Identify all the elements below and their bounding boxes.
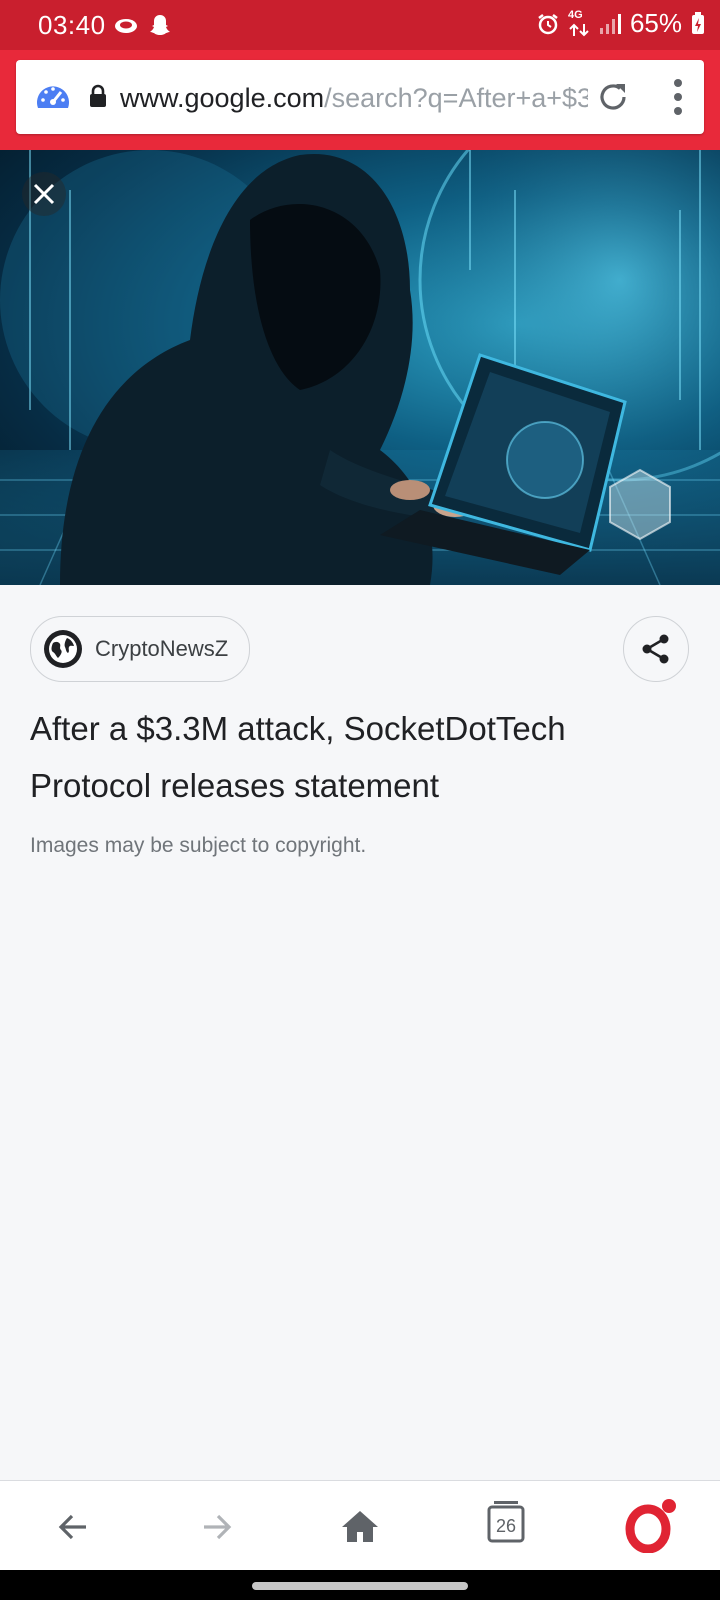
forward-arrow-icon[interactable]: [192, 1503, 240, 1551]
back-arrow-icon[interactable]: [50, 1503, 98, 1551]
close-preview-button[interactable]: [22, 172, 66, 216]
battery-percentage: 65%: [629, 8, 682, 38]
url-path: /search?q=After+a+$3.3M+attack: [324, 83, 588, 113]
hacker-illustration: [0, 150, 720, 585]
share-icon[interactable]: [640, 633, 672, 665]
reload-icon[interactable]: [594, 78, 632, 116]
lock-icon: [90, 84, 106, 107]
globe-icon: [44, 630, 82, 668]
home-icon[interactable]: [336, 1503, 384, 1551]
bottom-navigation: 26: [0, 1480, 720, 1571]
notification-icons: [114, 13, 172, 37]
opera-logo-icon[interactable]: [622, 1497, 678, 1553]
copyright-notice: Images may be subject to copyright.: [30, 834, 367, 857]
tab-count: 26: [495, 1516, 517, 1536]
battery-charging-icon: [692, 11, 704, 34]
status-right: 4G 65%: [536, 8, 706, 39]
close-icon[interactable]: [22, 172, 66, 216]
snapchat-ghost-icon: [150, 15, 170, 35]
network-type-label: 4G: [568, 9, 590, 39]
article-image[interactable]: [0, 150, 720, 585]
share-button[interactable]: [623, 616, 689, 682]
speed-dial-icon[interactable]: [34, 78, 72, 116]
gesture-bar: [0, 1570, 720, 1600]
snapchat-notification-icon: [115, 19, 137, 33]
alarm-icon: [538, 13, 558, 34]
source-chip[interactable]: CryptoNewsZ: [30, 616, 250, 682]
status-bar: 03:40 4G 65%: [0, 0, 720, 50]
article-title[interactable]: After a $3.3M attack, SocketDotTech Prot…: [30, 700, 670, 814]
tabs-button[interactable]: 26: [486, 1501, 534, 1551]
url-host: www.google.com: [120, 83, 325, 113]
browser-toolbar: www.google.com/search?q=After+a+$3.3M+at…: [0, 50, 720, 150]
address-bar[interactable]: www.google.com/search?q=After+a+$3.3M+at…: [16, 60, 704, 134]
data-arrows-icon: [569, 23, 589, 36]
source-name: CryptoNewsZ: [95, 636, 229, 661]
more-menu-icon[interactable]: [668, 76, 688, 118]
home-indicator[interactable]: [252, 1582, 468, 1590]
signal-icon: [599, 13, 621, 34]
status-time: 03:40: [38, 10, 106, 40]
url-field[interactable]: www.google.com/search?q=After+a+$3.3M+at…: [120, 78, 588, 118]
